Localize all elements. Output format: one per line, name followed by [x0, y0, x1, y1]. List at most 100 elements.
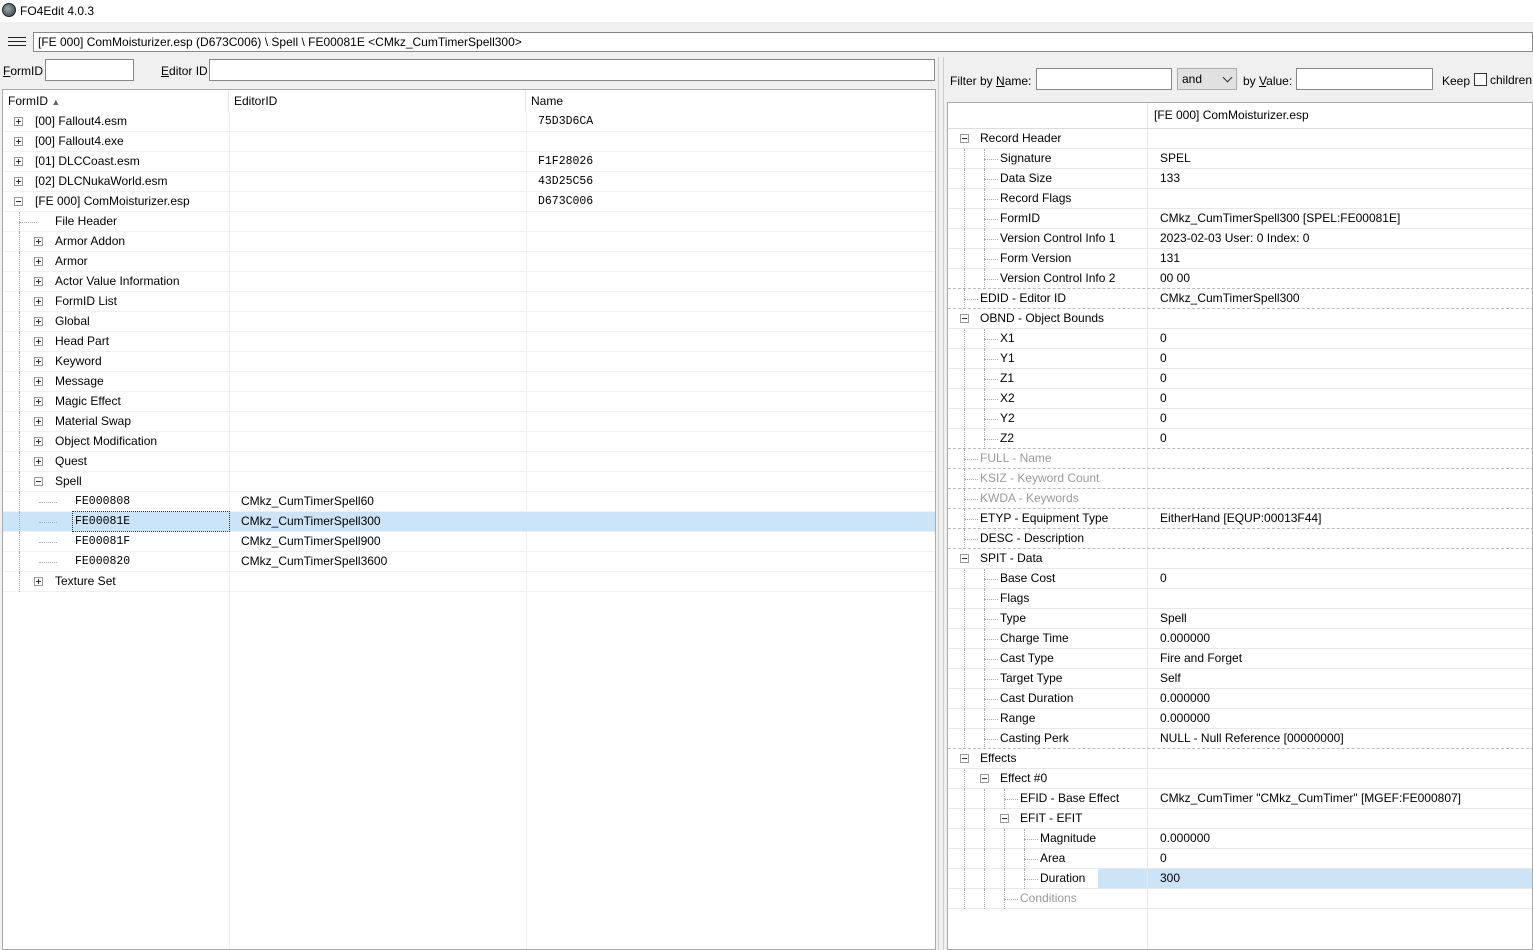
- expand-icon[interactable]: [14, 117, 23, 126]
- tree-row[interactable]: Magic Effect: [3, 392, 935, 412]
- keep-children-checkbox[interactable]: [1474, 73, 1487, 86]
- record-field-row[interactable]: Magnitude 0.000000: [948, 829, 1532, 849]
- record-field-row[interactable]: SPIT - Data: [948, 549, 1532, 569]
- record-field-tree[interactable]: [FE 000] ComMoisturizer.esp Record Heade…: [947, 102, 1533, 950]
- tree-row[interactable]: File Header: [3, 212, 935, 232]
- record-field-row[interactable]: KSIZ - Keyword Count: [948, 469, 1532, 489]
- filter-operator-select[interactable]: and: [1177, 68, 1237, 90]
- record-field-row[interactable]: Casting Perk NULL - Null Reference [00000…: [948, 729, 1532, 749]
- tree-row[interactable]: Armor Addon: [3, 232, 935, 252]
- tree-row[interactable]: Quest: [3, 452, 935, 472]
- expand-icon[interactable]: [34, 237, 43, 246]
- record-field-row[interactable]: Version Control Info 1 2023-02-03 User: 0…: [948, 229, 1532, 249]
- tree-row[interactable]: Head Part: [3, 332, 935, 352]
- record-field-row[interactable]: FormID CMkz_CumTimerSpell300 [SPEL:FE0008…: [948, 209, 1532, 229]
- menu-icon[interactable]: [8, 37, 26, 47]
- record-field-row[interactable]: Range 0.000000: [948, 709, 1532, 729]
- record-field-row[interactable]: Effects: [948, 749, 1532, 769]
- record-field-row[interactable]: Duration 300: [948, 869, 1532, 889]
- formid-search-input[interactable]: [45, 59, 134, 81]
- column-header-formid[interactable]: FormID ▲: [3, 90, 229, 112]
- filter-value-input[interactable]: [1296, 68, 1433, 90]
- expand-icon[interactable]: [34, 257, 43, 266]
- record-field-row[interactable]: Data Size 133: [948, 169, 1532, 189]
- expand-icon[interactable]: [34, 457, 43, 466]
- record-field-row[interactable]: Signature SPEL: [948, 149, 1532, 169]
- record-field-row[interactable]: Record Header: [948, 129, 1532, 149]
- tree-row[interactable]: Keyword: [3, 352, 935, 372]
- record-field-row[interactable]: Type Spell: [948, 609, 1532, 629]
- expand-icon[interactable]: [34, 337, 43, 346]
- record-field-row[interactable]: EFIT - EFIT: [948, 809, 1532, 829]
- tree-row[interactable]: Material Swap: [3, 412, 935, 432]
- tree-row[interactable]: FE00081E CMkz_CumTimerSpell300: [3, 511, 935, 532]
- record-field-row[interactable]: OBND - Object Bounds: [948, 309, 1532, 329]
- tree-row[interactable]: Texture Set: [3, 572, 935, 592]
- collapse-icon[interactable]: [980, 774, 989, 783]
- tree-row[interactable]: [00] Fallout4.exe: [3, 132, 935, 152]
- record-path-field[interactable]: [FE 000] ComMoisturizer.esp (D673C006) \…: [33, 32, 1533, 52]
- record-field-row[interactable]: Flags: [948, 589, 1532, 609]
- expand-icon[interactable]: [14, 157, 23, 166]
- record-field-row[interactable]: Cast Type Fire and Forget: [948, 649, 1532, 669]
- expand-icon[interactable]: [34, 317, 43, 326]
- collapse-icon[interactable]: [14, 197, 23, 206]
- record-field-row[interactable]: DESC - Description: [948, 529, 1532, 549]
- tree-row[interactable]: [01] DLCCoast.esm F1F28026: [3, 152, 935, 172]
- tree-row[interactable]: Actor Value Information: [3, 272, 935, 292]
- editorid-search-input[interactable]: [209, 59, 935, 81]
- expand-icon[interactable]: [34, 277, 43, 286]
- record-field-row[interactable]: Target Type Self: [948, 669, 1532, 689]
- collapse-icon[interactable]: [960, 314, 969, 323]
- collapse-icon[interactable]: [34, 477, 43, 486]
- expand-icon[interactable]: [34, 357, 43, 366]
- expand-icon[interactable]: [34, 577, 43, 586]
- tree-row[interactable]: [02] DLCNukaWorld.esm 43D25C56: [3, 172, 935, 192]
- record-field-row[interactable]: Record Flags: [948, 189, 1532, 209]
- record-field-row[interactable]: EFID - Base Effect CMkz_CumTimer "CMkz_Cu…: [948, 789, 1532, 809]
- record-field-row[interactable]: Y2 0: [948, 409, 1532, 429]
- record-field-row[interactable]: KWDA - Keywords: [948, 489, 1532, 509]
- tree-row[interactable]: Spell: [3, 472, 935, 492]
- record-field-row[interactable]: ETYP - Equipment Type EitherHand [EQUP:00…: [948, 509, 1532, 529]
- record-field-row[interactable]: Y1 0: [948, 349, 1532, 369]
- expand-icon[interactable]: [34, 437, 43, 446]
- column-header-name[interactable]: Name: [526, 90, 935, 112]
- collapse-icon[interactable]: [960, 554, 969, 563]
- record-field-row[interactable]: FULL - Name: [948, 449, 1532, 469]
- expand-icon[interactable]: [14, 137, 23, 146]
- record-field-row[interactable]: EDID - Editor ID CMkz_CumTimerSpell300: [948, 289, 1532, 309]
- record-field-row[interactable]: Cast Duration 0.000000: [948, 689, 1532, 709]
- expand-icon[interactable]: [14, 177, 23, 186]
- record-field-row[interactable]: Charge Time 0.000000: [948, 629, 1532, 649]
- collapse-icon[interactable]: [960, 134, 969, 143]
- tree-row[interactable]: Armor: [3, 252, 935, 272]
- navigation-tree[interactable]: FormID ▲ EditorID Name [00] Fallout4.esm…: [2, 89, 936, 950]
- record-field-row[interactable]: X2 0: [948, 389, 1532, 409]
- tree-row[interactable]: FormID List: [3, 292, 935, 312]
- expand-icon[interactable]: [34, 417, 43, 426]
- record-field-row[interactable]: Version Control Info 2 00 00: [948, 269, 1532, 289]
- record-field-row[interactable]: X1 0: [948, 329, 1532, 349]
- expand-icon[interactable]: [34, 397, 43, 406]
- tree-row[interactable]: FE000820 CMkz_CumTimerSpell3600: [3, 552, 935, 572]
- record-field-row[interactable]: Area 0: [948, 849, 1532, 869]
- record-field-row[interactable]: Z2 0: [948, 429, 1532, 449]
- record-field-row[interactable]: Z1 0: [948, 369, 1532, 389]
- tree-row[interactable]: Global: [3, 312, 935, 332]
- expand-icon[interactable]: [34, 377, 43, 386]
- tree-row[interactable]: FE000808 CMkz_CumTimerSpell60: [3, 492, 935, 512]
- record-field-row[interactable]: Base Cost 0: [948, 569, 1532, 589]
- filter-name-input[interactable]: [1036, 68, 1172, 90]
- tree-row[interactable]: FE00081F CMkz_CumTimerSpell900: [3, 532, 935, 552]
- collapse-icon[interactable]: [960, 754, 969, 763]
- tree-row[interactable]: [FE 000] ComMoisturizer.esp D673C006: [3, 192, 935, 212]
- record-field-row[interactable]: Effect #0: [948, 769, 1532, 789]
- record-field-row[interactable]: Form Version 131: [948, 249, 1532, 269]
- tree-row[interactable]: [00] Fallout4.esm 75D3D6CA: [3, 112, 935, 132]
- record-field-row[interactable]: Conditions: [948, 889, 1532, 909]
- collapse-icon[interactable]: [1000, 814, 1009, 823]
- column-header-editorid[interactable]: EditorID: [229, 90, 526, 112]
- tree-row[interactable]: Object Modification: [3, 432, 935, 452]
- expand-icon[interactable]: [34, 297, 43, 306]
